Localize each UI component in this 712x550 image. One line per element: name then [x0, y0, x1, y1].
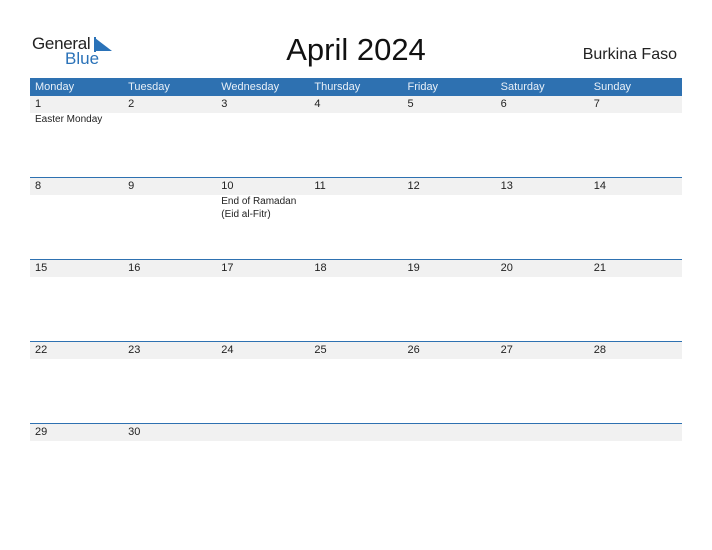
day-number: 8 [35, 180, 42, 192]
weekday-header-row: Monday Tuesday Wednesday Thursday Friday… [30, 78, 682, 96]
holiday-label [496, 113, 589, 126]
day-number [403, 424, 496, 441]
day-number: 29 [35, 426, 48, 438]
day-number: 6 [500, 98, 507, 110]
holiday-label [30, 195, 123, 221]
day-number: 24 [221, 344, 234, 356]
weekday-header: Tuesday [128, 81, 170, 93]
week-date-bar: 15 16 17 18 19 20 21 [30, 260, 682, 277]
day-number: 11 [314, 180, 326, 192]
weekday-header: Saturday [500, 81, 545, 93]
holiday-label [589, 113, 682, 126]
day-number: 23 [128, 344, 141, 356]
day-number: 28 [593, 344, 606, 356]
week-events: Easter Monday [30, 113, 682, 126]
holiday-label [123, 195, 216, 221]
weeks-container: 1 2 3 4 5 6 7 Easter Monday 8 9 10 11 12 13 14 End of R… [30, 96, 682, 505]
week-date-bar: 1 2 3 4 5 6 7 [30, 96, 682, 113]
day-number: 1 [35, 98, 42, 110]
week-date-bar: 8 9 10 11 12 13 14 [30, 178, 682, 195]
day-number: 22 [35, 344, 48, 356]
day-number [589, 424, 682, 441]
day-number: 5 [407, 98, 414, 110]
week-row: 8 9 10 11 12 13 14 End of Ramadan (Eid al-Fitr) [30, 177, 682, 259]
day-number: 17 [221, 262, 234, 274]
weekday-header: Wednesday [221, 81, 280, 93]
country-name: Burkina Faso [582, 46, 677, 63]
day-number: 18 [314, 262, 327, 274]
day-number: 30 [128, 426, 141, 438]
holiday-label [309, 195, 402, 221]
day-number: 13 [500, 180, 513, 192]
week-row: 29 30 [30, 423, 682, 505]
day-number: 9 [128, 180, 135, 192]
day-number: 2 [128, 98, 135, 110]
day-number [216, 424, 309, 441]
day-number: 12 [407, 180, 420, 192]
day-number: 27 [500, 344, 513, 356]
week-row: 1 2 3 4 5 6 7 Easter Monday [30, 96, 682, 177]
day-number [496, 424, 589, 441]
weekday-header: Friday [407, 81, 439, 93]
day-number: 25 [314, 344, 327, 356]
week-events: End of Ramadan (Eid al-Fitr) [30, 195, 682, 221]
holiday-label [589, 195, 682, 221]
day-number: 20 [500, 262, 513, 274]
weekday-header: Monday [35, 81, 75, 93]
weekday-header: Sunday [593, 81, 632, 93]
holiday-label [309, 113, 402, 126]
weekday-header: Thursday [314, 81, 361, 93]
day-number: 19 [407, 262, 420, 274]
day-number: 21 [593, 262, 606, 274]
week-date-bar: 22 23 24 25 26 27 28 [30, 342, 682, 359]
week-date-bar: 29 30 [30, 424, 682, 441]
day-number: 7 [593, 98, 600, 110]
day-number: 3 [221, 98, 228, 110]
day-number [309, 424, 402, 441]
holiday-label: End of Ramadan (Eid al-Fitr) [221, 196, 297, 220]
day-number: 4 [314, 98, 321, 110]
day-number: 10 [221, 180, 234, 192]
holiday-label [403, 195, 496, 221]
calendar-grid: Monday Tuesday Wednesday Thursday Friday… [30, 78, 682, 505]
holiday-label [216, 113, 309, 126]
day-number: 15 [35, 262, 48, 274]
holiday-label [403, 113, 496, 126]
holiday-label [123, 113, 216, 126]
holiday-label [496, 195, 589, 221]
day-number: 14 [593, 180, 606, 192]
day-number: 16 [128, 262, 141, 274]
week-row: 22 23 24 25 26 27 28 [30, 341, 682, 423]
holiday-label: Easter Monday [35, 114, 103, 125]
week-row: 15 16 17 18 19 20 21 [30, 259, 682, 341]
day-number: 26 [407, 344, 420, 356]
